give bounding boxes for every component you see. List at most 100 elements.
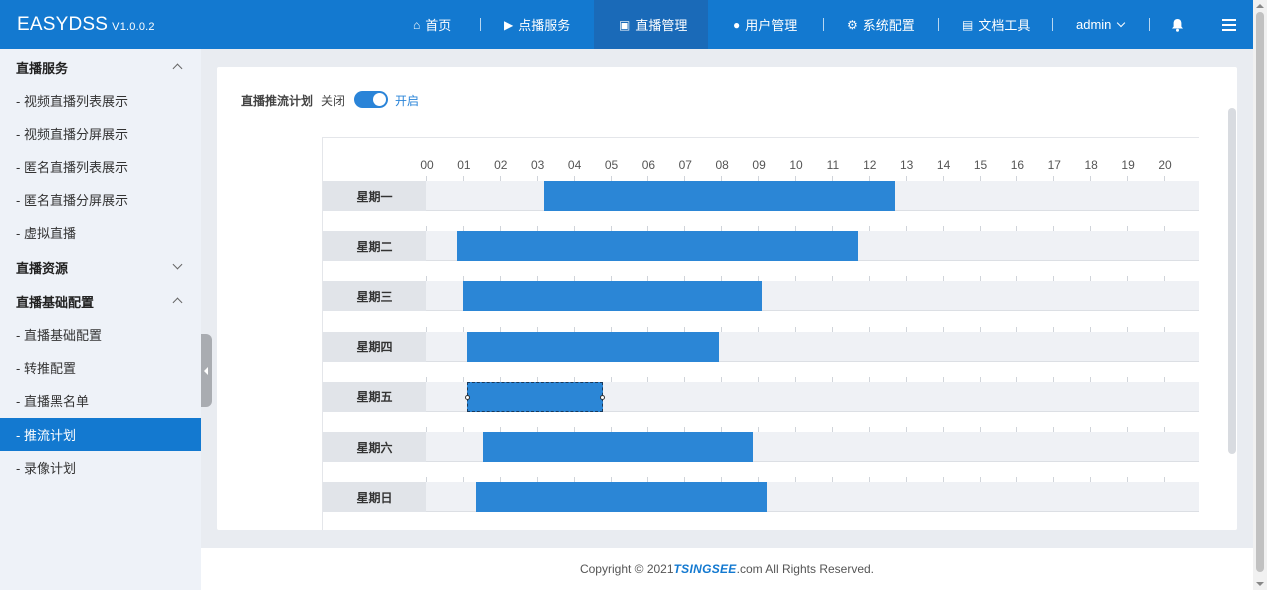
- page-scrollbar[interactable]: [1253, 0, 1267, 590]
- nav-separator: [480, 18, 481, 31]
- sidebar-collapse-handle[interactable]: [201, 334, 212, 407]
- scrollbar-thumb[interactable]: [1256, 12, 1264, 572]
- sidebar-item-record-plan[interactable]: - 录像计划: [0, 451, 201, 484]
- sidebar-group-label: 直播基础配置: [16, 294, 95, 310]
- hour-tick: [426, 326, 427, 332]
- bell-icon: [1172, 18, 1183, 32]
- brand-logo[interactable]: EASYDSS V1.0.0.2: [17, 14, 155, 36]
- hour-label: 16: [1010, 158, 1025, 172]
- sidebar-group-live-base-config[interactable]: 直播基础配置: [0, 284, 201, 318]
- nav-doc-tools[interactable]: ▤ 文档工具: [962, 0, 1030, 49]
- schedule-bar-selected[interactable]: [464, 381, 606, 412]
- day-time-track[interactable]: [426, 176, 1199, 211]
- hour-tick: [905, 176, 907, 181]
- sidebar-group-live-service[interactable]: 直播服务: [0, 50, 201, 84]
- hour-tick: [942, 427, 944, 432]
- hour-tick: [1127, 376, 1129, 382]
- hour-tick: [1016, 477, 1018, 483]
- schedule-bar[interactable]: [475, 482, 768, 513]
- sidebar-item-video-live-list[interactable]: - 视频直播列表展示: [0, 84, 201, 117]
- hour-tick: [1090, 276, 1092, 282]
- schedule-bar[interactable]: [483, 432, 753, 462]
- hour-tick: [1016, 427, 1018, 432]
- content-scrollbar[interactable]: [1228, 108, 1236, 454]
- schedule-bar[interactable]: [466, 331, 720, 362]
- schedule-row: 星期一: [323, 176, 1199, 211]
- schedule-bar[interactable]: [544, 181, 895, 211]
- hour-label: 15: [973, 158, 988, 172]
- hour-tick: [426, 176, 427, 181]
- copyright-prefix: Copyright © 2021: [579, 562, 674, 576]
- sidebar-item-push-plan[interactable]: - 推流计划: [0, 418, 201, 451]
- hour-label: 12: [863, 158, 877, 172]
- hour-tick: [905, 326, 907, 332]
- nav-user-management[interactable]: ● 用户管理: [733, 0, 797, 49]
- hour-tick: [1127, 226, 1129, 232]
- nav-system-config[interactable]: ⚙ 系统配置: [847, 0, 915, 49]
- hour-tick: [1127, 276, 1129, 282]
- day-time-track[interactable]: [426, 477, 1199, 513]
- resize-handle-right[interactable]: [600, 394, 606, 400]
- sidebar-item-live-blacklist[interactable]: - 直播黑名单: [0, 384, 201, 417]
- schedule-row: 星期二: [323, 226, 1199, 262]
- hour-tick: [905, 226, 907, 232]
- day-time-track[interactable]: [426, 276, 1199, 312]
- hour-tick: [1090, 226, 1092, 232]
- schedule-bar[interactable]: [462, 281, 762, 312]
- hour-tick: [1016, 376, 1018, 382]
- hour-tick: [1016, 326, 1018, 332]
- hour-tick: [905, 376, 907, 382]
- hour-tick: [1090, 176, 1092, 181]
- hour-tick: [462, 376, 464, 382]
- hour-tick: [721, 326, 723, 332]
- nav-home[interactable]: ⌂ 首页: [413, 0, 451, 49]
- hour-label: 07: [678, 158, 692, 172]
- sidebar-item-anon-live-split[interactable]: - 匿名直播分屏展示: [0, 183, 201, 216]
- hour-tick: [1090, 376, 1092, 382]
- day-time-track[interactable]: [426, 326, 1199, 362]
- resize-handle-left[interactable]: [464, 394, 470, 400]
- scroll-up-icon[interactable]: [1256, 4, 1264, 8]
- chevron-down-icon: [172, 259, 183, 270]
- hour-tick: [1090, 427, 1092, 432]
- hour-tick: [1090, 326, 1092, 332]
- sidebar-group-live-resources[interactable]: 直播资源: [0, 250, 201, 284]
- menu-toggle-button[interactable]: [1222, 0, 1236, 49]
- user-dropdown[interactable]: admin: [1076, 0, 1126, 49]
- hour-label: 05: [604, 158, 619, 172]
- nav-doc-label: 文档工具: [978, 18, 1031, 33]
- hour-tick: [1164, 326, 1165, 332]
- day-time-track[interactable]: [426, 226, 1199, 262]
- sidebar-item-virtual-live[interactable]: - 虚拟直播: [0, 216, 201, 249]
- scroll-down-icon[interactable]: [1256, 582, 1264, 586]
- hour-tick: [831, 427, 833, 432]
- schedule-bar[interactable]: [457, 231, 858, 262]
- sidebar-item-anon-live-list[interactable]: - 匿名直播列表展示: [0, 150, 201, 183]
- hour-tick: [1053, 226, 1055, 232]
- hour-tick: [462, 477, 464, 483]
- chevron-up-icon: [172, 297, 183, 308]
- hour-tick: [684, 376, 686, 382]
- day-time-track[interactable]: [426, 427, 1199, 462]
- user-icon: ●: [733, 17, 741, 32]
- username: admin: [1076, 17, 1112, 32]
- hour-tick: [905, 477, 907, 483]
- hour-tick: [868, 427, 870, 432]
- plan-enable-switch[interactable]: [354, 91, 388, 108]
- hour-tick: [979, 176, 981, 181]
- hour-tick: [979, 376, 981, 382]
- sidebar-item-live-base-config[interactable]: - 直播基础配置: [0, 318, 201, 351]
- day-time-track[interactable]: [426, 376, 1199, 412]
- hour-tick: [942, 276, 944, 282]
- notification-button[interactable]: [1171, 0, 1184, 49]
- nav-live-management[interactable]: ▣ 直播管理: [594, 0, 708, 49]
- hour-label: 02: [494, 158, 508, 172]
- nav-vod-service[interactable]: ▶ 点播服务: [504, 0, 570, 49]
- chevron-down-icon: [1117, 18, 1126, 27]
- hour-label: 06: [641, 158, 656, 172]
- sidebar-item-video-live-split[interactable]: - 视频直播分屏展示: [0, 117, 201, 150]
- day-label: 星期六: [323, 432, 426, 462]
- hour-tick: [1016, 176, 1018, 181]
- hour-tick: [1164, 226, 1165, 232]
- sidebar-item-relay-config[interactable]: - 转推配置: [0, 351, 201, 384]
